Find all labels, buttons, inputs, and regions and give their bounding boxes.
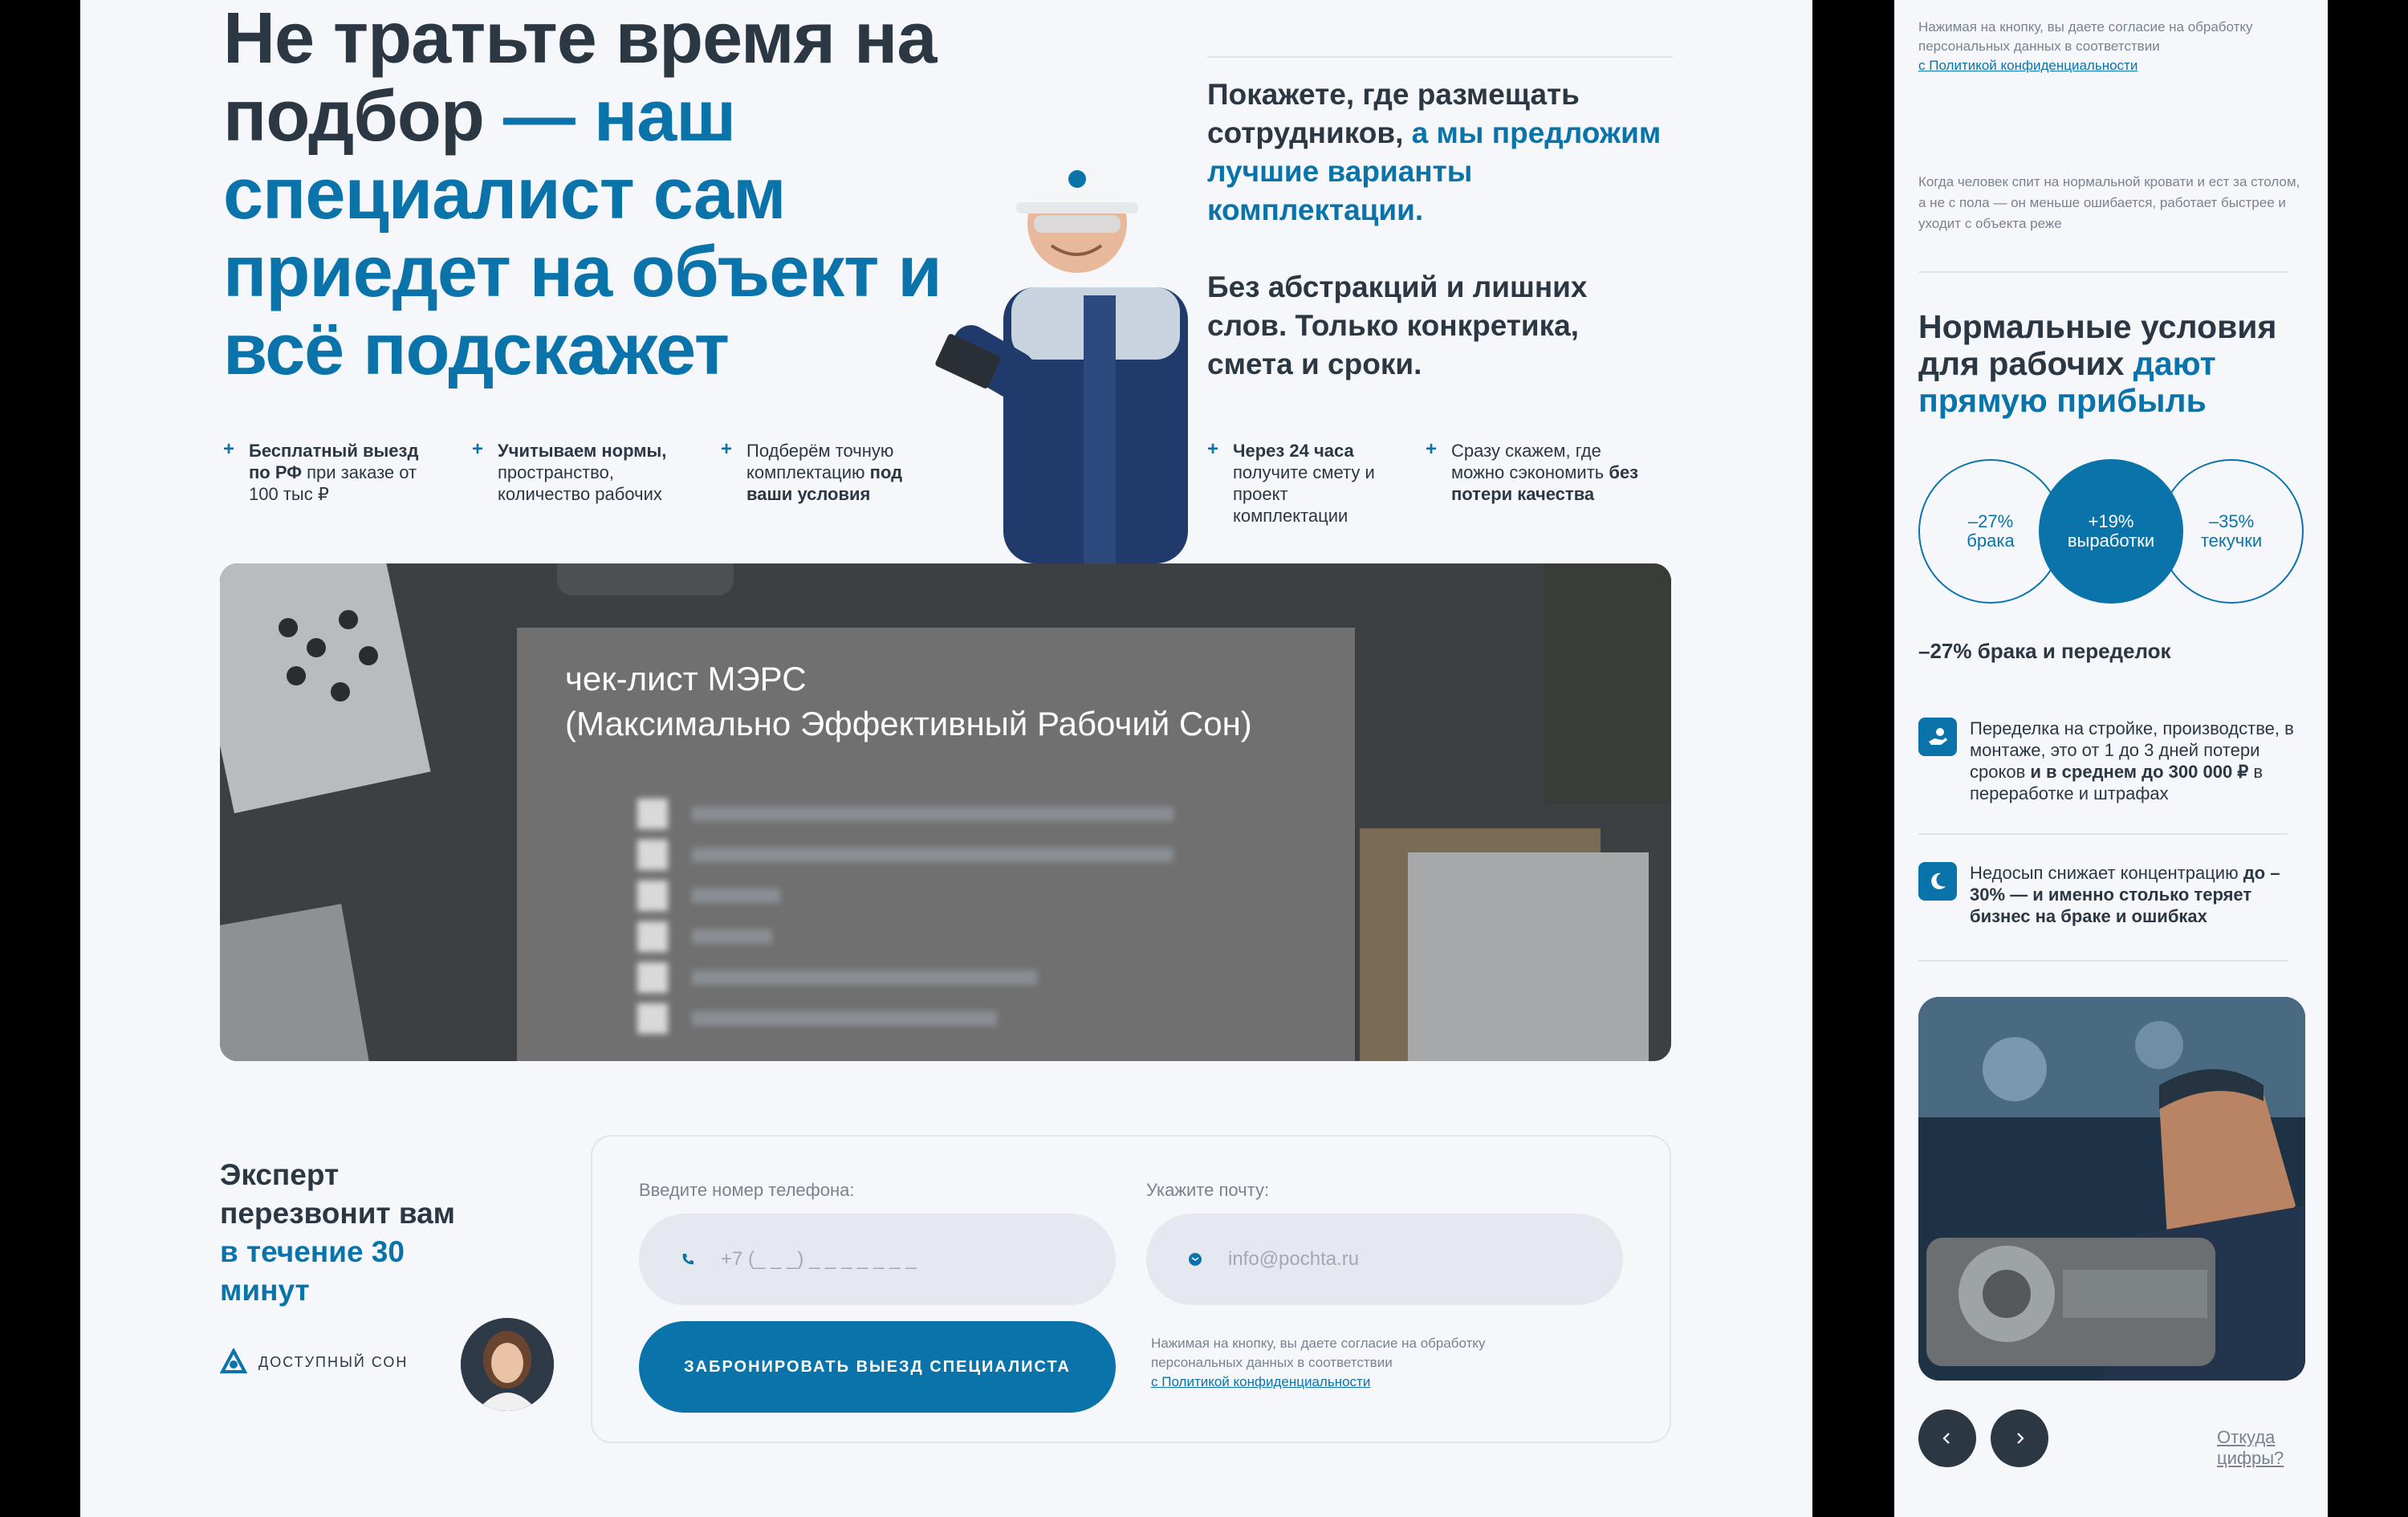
checklist-card: чек-лист МЭРС (Максимально Эффективный Р… <box>517 628 1355 1061</box>
booking-form: Введите номер телефона: +7 (_ _ _) _ _ _… <box>591 1135 1671 1443</box>
consent-text: Нажимая на кнопку, вы даете согласие на … <box>1151 1334 1536 1392</box>
feature-24h: Через 24 часа получите смету и проект ко… <box>1207 438 1392 527</box>
divider <box>1207 56 1673 58</box>
side-item-rework: Переделка на стройке, производстве, в мо… <box>1918 718 2304 804</box>
book-specialist-button[interactable]: ЗАБРОНИРОВАТЬ ВЫЕЗД СПЕЦИАЛИСТА <box>639 1321 1116 1413</box>
mail-icon <box>1189 1253 1202 1266</box>
side-panel: Нажимая на кнопку, вы даете согласие на … <box>1894 0 2328 1517</box>
email-input[interactable]: info@pochta.ru <box>1146 1214 1623 1305</box>
phone-label: Введите номер телефона: <box>639 1180 855 1200</box>
feature-savings: Сразу скажем, где можно сэкономить без п… <box>1426 438 1658 505</box>
stat-circle-output[interactable]: +19% выработки <box>2039 459 2183 604</box>
divider <box>1918 960 2288 962</box>
brand-logo: ДОСТУПНЫЙ СОН <box>220 1348 408 1376</box>
next-slide-button[interactable] <box>1991 1409 2048 1467</box>
chevron-right-icon <box>2017 1433 2024 1444</box>
side-item-sleep: Недосып снижает концентрацию до –30% — и… <box>1918 862 2304 927</box>
privacy-policy-link[interactable]: с Политикой конфиденциальности <box>1151 1373 1536 1392</box>
side-stat-heading: –27% брака и переделок <box>1918 639 2171 663</box>
prev-slide-button[interactable] <box>1918 1409 1976 1467</box>
phone-icon <box>682 1254 694 1265</box>
divider <box>1918 271 2288 273</box>
side-consent-text: Нажимая на кнопку, вы даете согласие на … <box>1918 18 2296 75</box>
worker-illustration <box>935 166 1188 563</box>
side-privacy-policy-link[interactable]: с Политикой конфиденциальности <box>1918 56 2296 75</box>
landing-main: Не тратьте время на подбор — наш специал… <box>80 0 1812 1517</box>
brand-icon <box>220 1348 247 1373</box>
machinist-photo <box>1918 997 2305 1381</box>
pitch-p2: Без абстракций и лишних слов. Только кон… <box>1207 270 1588 380</box>
feature-free-visit: Бесплатный выезд по РФ при заказе от 100… <box>223 438 432 505</box>
checklist-title: чек-лист МЭРС (Максимально Эффективный Р… <box>565 660 1252 742</box>
email-label: Укажите почту: <box>1146 1180 1270 1200</box>
sources-link[interactable]: Откуда цифры? <box>2217 1427 2328 1469</box>
hand-coins-icon <box>1918 718 1957 756</box>
stat-circles: –27% брака –35% текучки +19% выработки <box>1918 459 2304 604</box>
divider <box>1918 833 2288 835</box>
feature-equipment: Подберём точную комплектацию под ваши ус… <box>721 438 929 505</box>
pitch-text: Покажете, где размещать сотрудников, а м… <box>1207 75 1673 422</box>
callback-heading: Эксперт перезвонит вам в течение 30 мину… <box>220 1158 456 1307</box>
checklist-banner[interactable]: чек-лист МЭРС (Максимально Эффективный Р… <box>220 563 1671 1061</box>
side-title: Нормальные условия для рабочих дают прям… <box>1918 308 2277 419</box>
moon-icon <box>1918 862 1957 901</box>
phone-input[interactable]: +7 (_ _ _) _ _ _ _ _ _ _ <box>639 1214 1116 1305</box>
side-quote: Когда человек спит на нормальной кровати… <box>1918 174 2300 231</box>
checklist-blurred-items <box>637 793 1173 1039</box>
feature-norms: Учитываем нормы, пространство, количеств… <box>472 438 681 505</box>
expert-avatar <box>461 1318 554 1411</box>
chevron-left-icon <box>1942 1433 1950 1444</box>
